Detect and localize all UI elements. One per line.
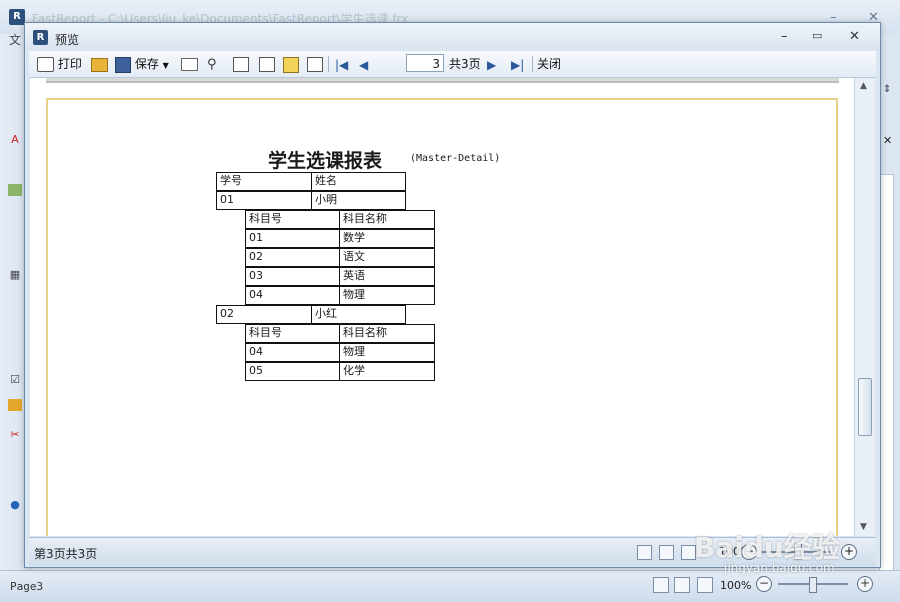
zoom-in-icon[interactable]: + xyxy=(841,544,857,560)
designer-status-text: Page3 xyxy=(10,580,44,593)
find-button[interactable]: ⚲ xyxy=(207,55,223,73)
outline-icon xyxy=(233,57,249,72)
email-button[interactable] xyxy=(181,55,198,73)
chart-tool-icon[interactable] xyxy=(8,399,22,411)
folder-icon xyxy=(91,57,108,72)
scroll-up-icon[interactable]: ▲ xyxy=(860,81,867,91)
page-setup-icon xyxy=(259,57,275,72)
preview-window-title: 预览 xyxy=(55,33,80,47)
detail-header-name: 科目名称 xyxy=(339,324,435,343)
total-pages-label: 共3页 xyxy=(449,57,481,71)
last-page-icon: ▶| xyxy=(511,57,525,72)
detail-cell-name: 物理 xyxy=(339,286,435,305)
chevron-down-icon[interactable]: ▼ xyxy=(163,61,169,70)
maximize-icon[interactable]: ▭ xyxy=(812,29,822,42)
report-viewport[interactable] xyxy=(30,78,854,536)
detail-cell-name: 化学 xyxy=(339,362,435,381)
designer-right-panel: ⇕ ✕ xyxy=(879,34,900,576)
designer-menu-file[interactable]: 文 xyxy=(8,34,22,46)
watermark-button[interactable] xyxy=(307,55,323,73)
single-page-icon[interactable] xyxy=(659,545,674,560)
first-page-button[interactable]: |◀ xyxy=(335,55,348,73)
detail-header-id: 科目号 xyxy=(245,210,340,229)
binoculars-icon: ⚲ xyxy=(207,57,217,72)
detail-cell-name: 英语 xyxy=(339,267,435,286)
vertical-scrollbar[interactable]: ▲ ▼ xyxy=(854,78,875,536)
multi-page-icon[interactable] xyxy=(697,577,713,593)
watermark-icon xyxy=(307,57,323,72)
toolbar-separator xyxy=(532,56,533,72)
detail-cell-id: 02 xyxy=(245,248,340,267)
detail-cell-id: 04 xyxy=(245,286,340,305)
printer-icon xyxy=(37,57,54,72)
previous-page-button[interactable]: ◀ xyxy=(359,55,368,73)
panel-scroll-icon[interactable]: ⇕ xyxy=(883,84,891,95)
print-button[interactable]: 打印 xyxy=(37,55,82,73)
detail-header-name: 科目名称 xyxy=(339,210,435,229)
detail-cell-id: 03 xyxy=(245,267,340,286)
previous-page-edge xyxy=(46,78,839,83)
page-setup-button[interactable] xyxy=(259,55,275,73)
detail-header-id: 科目号 xyxy=(245,324,340,343)
save-button[interactable]: 保存 ▼ xyxy=(115,55,169,73)
designer-zoom-value: 100% xyxy=(720,579,752,592)
edit-icon xyxy=(283,56,299,73)
preview-logo-icon: R xyxy=(33,30,48,45)
minimize-icon[interactable]: – xyxy=(781,29,788,44)
close-window-icon[interactable]: ✕ xyxy=(849,29,860,44)
master-header-name: 姓名 xyxy=(311,172,406,191)
panel-close-icon[interactable]: ✕ xyxy=(883,134,892,147)
detail-cell-name: 数学 xyxy=(339,229,435,248)
master-header-id: 学号 xyxy=(216,172,312,191)
scrollbar-thumb[interactable] xyxy=(858,378,872,436)
last-page-button[interactable]: ▶| xyxy=(511,55,524,73)
edit-button[interactable] xyxy=(283,55,299,73)
zoom-in-icon[interactable]: + xyxy=(857,576,873,592)
previous-page-icon: ◀ xyxy=(359,57,369,72)
scroll-down-icon[interactable]: ▼ xyxy=(860,522,867,532)
first-page-icon: |◀ xyxy=(335,57,349,72)
fastreport-logo-icon: R xyxy=(9,9,25,25)
page-status-text: 第3页共3页 xyxy=(34,547,98,561)
checkbox-tool-icon[interactable]: ☑ xyxy=(8,374,22,386)
page-view-icon[interactable] xyxy=(653,577,669,593)
envelope-icon xyxy=(181,58,198,71)
single-page-icon[interactable] xyxy=(674,577,690,593)
watermark-brand: Baidu经验 xyxy=(694,531,840,564)
line-tool-icon[interactable]: ✂ xyxy=(8,429,22,441)
zoom-slider-thumb[interactable] xyxy=(809,577,817,593)
close-button[interactable]: 关闭 xyxy=(537,55,561,73)
master-cell-name: 小红 xyxy=(311,305,406,324)
detail-cell-name: 物理 xyxy=(339,343,435,362)
master-cell-id: 02 xyxy=(216,305,312,324)
outline-button[interactable] xyxy=(233,55,249,73)
preview-dialog: R 预览 – ▭ ✕ 打印 保存 ▼ ⚲ |◀ ◀ 3 共3页 ▶ ▶| 关闭 xyxy=(24,22,881,568)
globe-tool-icon[interactable]: ● xyxy=(8,499,22,511)
floppy-disk-icon xyxy=(115,56,131,73)
detail-cell-id: 05 xyxy=(245,362,340,381)
report-subtitle: (Master-Detail) xyxy=(410,153,501,164)
master-cell-name: 小明 xyxy=(311,191,406,210)
next-page-icon: ▶ xyxy=(487,57,497,72)
preview-toolbar: 打印 保存 ▼ ⚲ |◀ ◀ 3 共3页 ▶ ▶| 关闭 xyxy=(29,51,876,78)
picture-tool-icon[interactable] xyxy=(8,184,22,196)
detail-cell-name: 语文 xyxy=(339,248,435,267)
next-page-button[interactable]: ▶ xyxy=(487,55,496,73)
print-label: 打印 xyxy=(57,57,82,71)
report-title: 学生选课报表 xyxy=(268,150,383,172)
properties-panel xyxy=(879,174,894,576)
master-cell-id: 01 xyxy=(216,191,312,210)
page-view-icon[interactable] xyxy=(637,545,652,560)
table-tool-icon[interactable]: ▦ xyxy=(8,269,22,281)
text-tool-icon[interactable]: A xyxy=(8,134,22,146)
toolbar-separator xyxy=(328,56,329,72)
watermark-url: jingyan.baidu.com xyxy=(724,561,835,575)
zoom-out-icon[interactable]: − xyxy=(756,576,772,592)
open-button[interactable] xyxy=(91,55,108,73)
preview-title-bar: R 预览 – ▭ ✕ xyxy=(25,23,880,51)
detail-cell-id: 04 xyxy=(245,343,340,362)
save-label: 保存 xyxy=(134,57,159,71)
detail-cell-id: 01 xyxy=(245,229,340,248)
page-number-input[interactable]: 3 xyxy=(406,54,444,72)
